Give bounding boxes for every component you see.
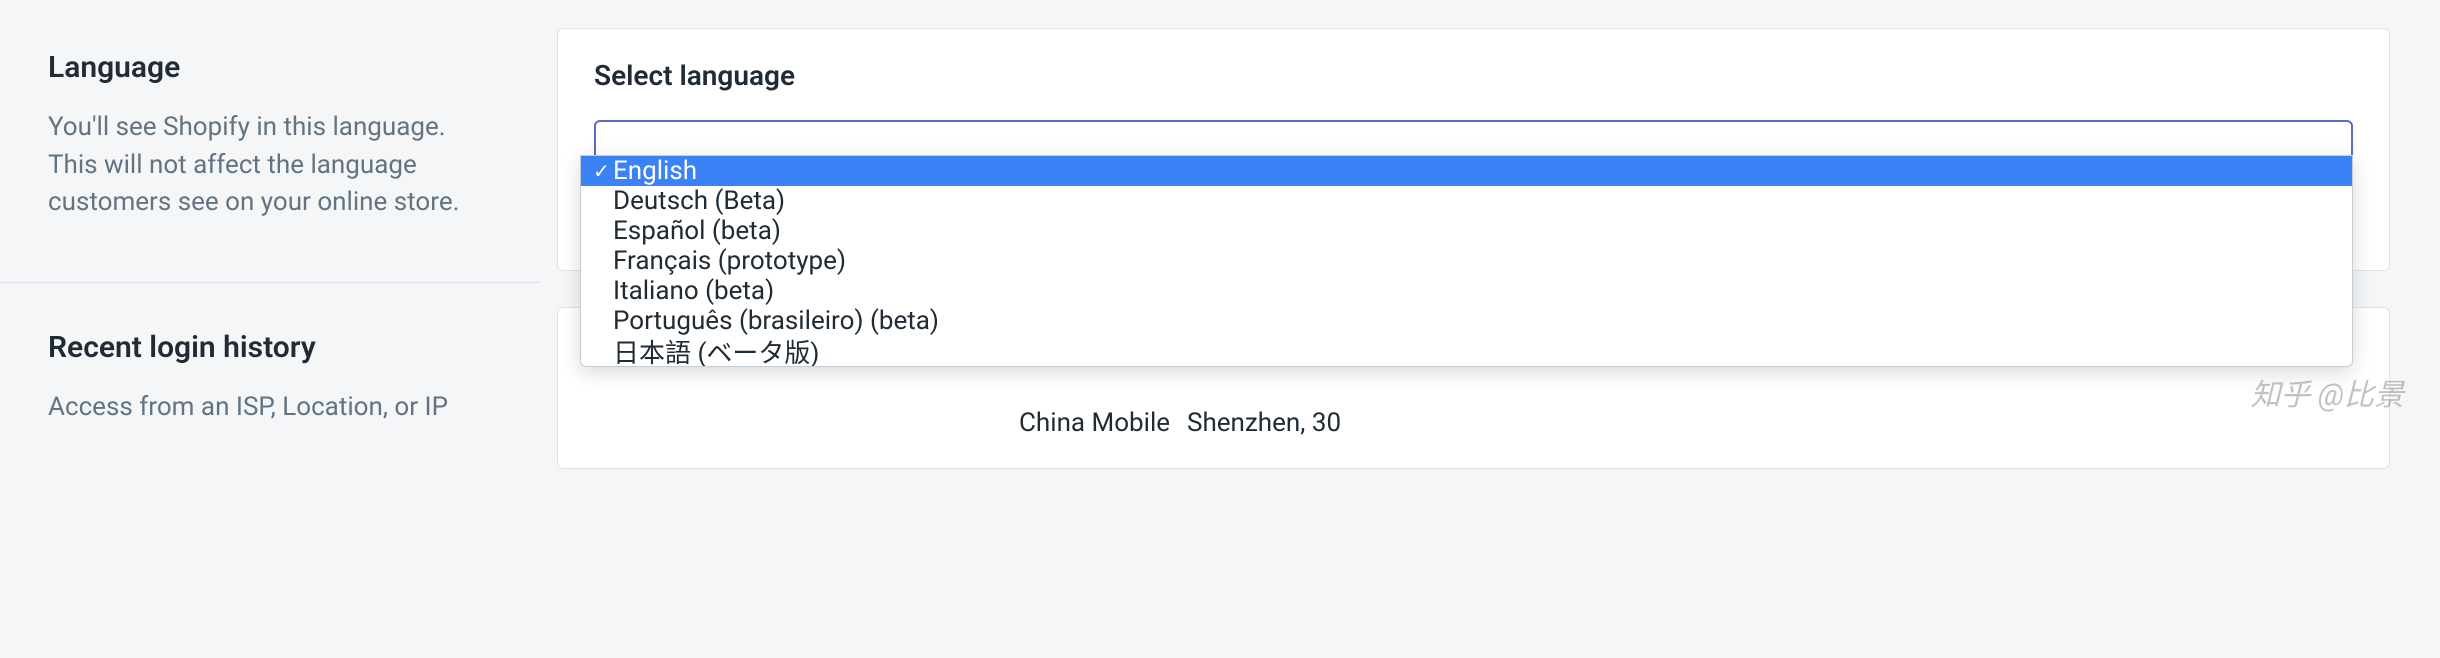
language-option-deutsch[interactable]: ✓ Deutsch (Beta)	[581, 186, 2352, 216]
language-option-label: 日本語 (ベータ版)	[613, 333, 819, 368]
language-option-english[interactable]: ✓ English	[581, 156, 2352, 186]
language-option-label: Português (brasileiro) (beta)	[613, 306, 939, 336]
language-option-label: Español (beta)	[613, 216, 781, 246]
login-history-title: Recent login history	[48, 330, 508, 365]
language-option-label: Français (prototype)	[613, 246, 846, 276]
language-card: Select language ✓ English ✓ Deutsch (Bet…	[557, 28, 2390, 271]
language-option-japanese[interactable]: ✓ 日本語 (ベータ版)	[581, 336, 2352, 366]
cell-isp: China Mobile	[1019, 408, 1187, 438]
language-option-espanol[interactable]: ✓ Español (beta)	[581, 216, 2352, 246]
language-option-label: Deutsch (Beta)	[613, 186, 785, 216]
language-option-portugues[interactable]: ✓ Português (brasileiro) (beta)	[581, 306, 2352, 336]
login-history-desc: Access from an ISP, Location, or IP	[48, 389, 508, 427]
cell-date	[594, 408, 804, 438]
section-divider	[0, 282, 540, 283]
language-option-italiano[interactable]: ✓ Italiano (beta)	[581, 276, 2352, 306]
language-option-label: English	[613, 156, 697, 186]
table-row: China Mobile Shenzhen, 30	[594, 382, 2353, 438]
language-section-title: Language	[48, 50, 497, 85]
language-option-label: Italiano (beta)	[613, 276, 774, 306]
language-section-desc: You'll see Shopify in this language. Thi…	[48, 109, 497, 222]
language-option-francais[interactable]: ✓ Français (prototype)	[581, 246, 2352, 276]
cell-ip	[804, 408, 1019, 438]
select-language-title: Select language	[594, 59, 2353, 92]
cell-location: Shenzhen, 30	[1187, 408, 2353, 438]
check-icon: ✓	[593, 159, 613, 183]
language-dropdown: ✓ English ✓ Deutsch (Beta) ✓ Español (be…	[580, 155, 2353, 367]
